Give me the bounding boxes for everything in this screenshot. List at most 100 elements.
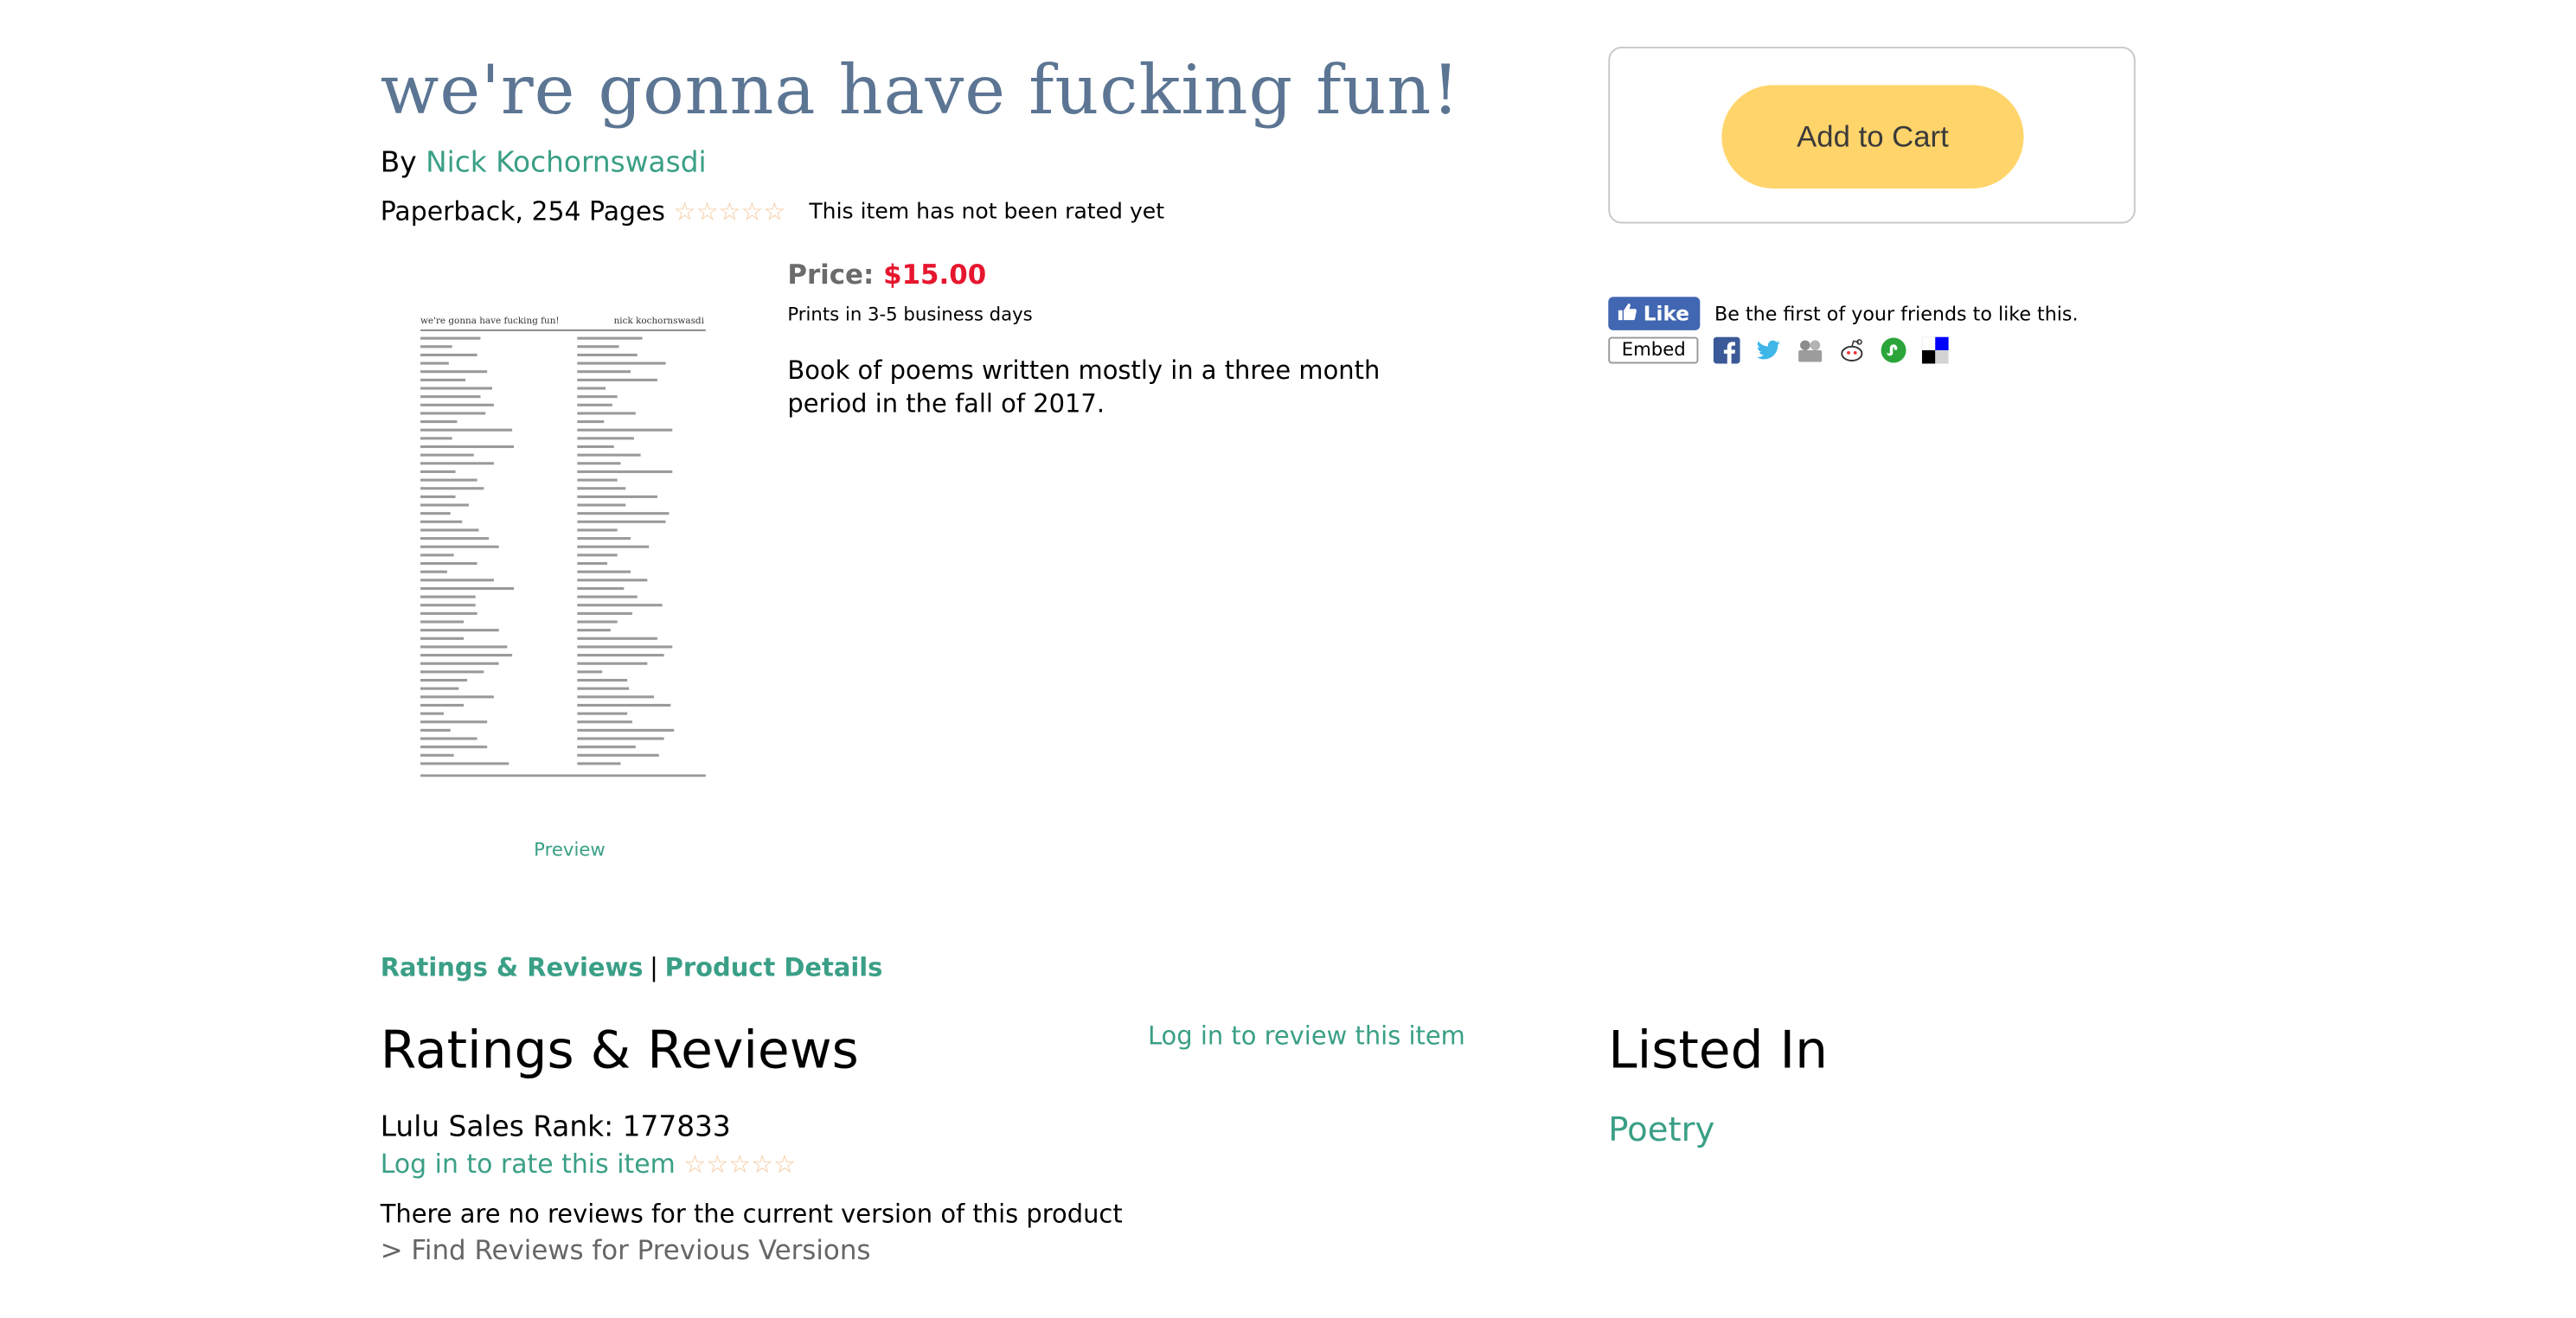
- cover-text-line: [577, 370, 631, 374]
- sales-rank: Lulu Sales Rank: 177833: [380, 1110, 731, 1145]
- rate-stars[interactable]: ☆ ☆ ☆ ☆ ☆: [683, 1151, 796, 1177]
- cover-text-line: [577, 361, 666, 365]
- star-outline-icon[interactable]: ☆: [728, 1151, 751, 1177]
- cover-text-line: [420, 570, 447, 573]
- cover-text-line: [420, 720, 488, 724]
- cover-text-line: [420, 428, 513, 432]
- cover-text-line: [577, 762, 621, 765]
- star-outline-icon[interactable]: ☆: [751, 1151, 773, 1177]
- cover-text-line: [577, 670, 603, 674]
- cover-text-line: [420, 662, 499, 665]
- cover-text-line: [577, 462, 621, 465]
- cover-text-line: [420, 687, 459, 690]
- thumbs-up-icon: [1618, 302, 1637, 325]
- star-outline-icon[interactable]: ☆: [683, 1151, 706, 1177]
- cover-text-line: [420, 503, 469, 507]
- cover-text-line: [577, 345, 619, 349]
- star-outline-icon: ☆: [695, 195, 719, 227]
- cover-text-line: [420, 654, 513, 657]
- cover-text-line: [420, 528, 479, 532]
- facebook-icon[interactable]: [1713, 336, 1741, 364]
- stumbleupon-icon[interactable]: [1879, 336, 1907, 364]
- prints-in-text: Prints in 3-5 business days: [787, 304, 1033, 326]
- add-to-cart-button[interactable]: Add to Cart: [1721, 85, 2024, 189]
- cover-text-line: [420, 512, 451, 515]
- cover-text-line: [577, 528, 618, 532]
- cover-text-line: [577, 737, 664, 740]
- cover-text-line: [577, 728, 675, 732]
- cover-text-line: [420, 712, 445, 715]
- product-description: Book of poems written mostly in a three …: [787, 355, 1381, 419]
- cover-text-line: [577, 428, 673, 432]
- cover-text-line: [420, 537, 490, 541]
- product-title: we're gonna have fucking fun!: [380, 49, 1461, 131]
- tab-product-details[interactable]: Product Details: [665, 952, 883, 982]
- cover-text-line: [577, 629, 611, 632]
- no-reviews-text: There are no reviews for the current ver…: [380, 1199, 1123, 1230]
- cover-text-line: [420, 629, 499, 632]
- cover-page-image: we're gonna have fucking fun! nick kocho…: [420, 316, 706, 777]
- cover-text-line: [420, 453, 474, 457]
- cover-text-line: [577, 620, 618, 624]
- byline: By Nick Kochornswasdi: [381, 147, 707, 181]
- category-poetry-link[interactable]: Poetry: [1608, 1110, 1714, 1149]
- cover-text-line: [577, 545, 650, 548]
- cover-text-line: [577, 595, 638, 598]
- cover-text-line: [577, 437, 634, 440]
- login-to-rate-link[interactable]: Log in to rate this item: [381, 1149, 676, 1180]
- tab-ratings-reviews[interactable]: Ratings & Reviews: [381, 952, 644, 982]
- cover-text-line: [420, 478, 477, 482]
- cover-text-line: [420, 561, 477, 566]
- cover-text-line: [577, 695, 655, 699]
- star-outline-icon[interactable]: ☆: [706, 1151, 728, 1177]
- tab-separator: |: [650, 952, 658, 983]
- cover-text-line: [577, 537, 631, 541]
- cover-text-line: [577, 662, 648, 665]
- cover-text-line: [420, 620, 465, 624]
- cover-text-line: [577, 561, 608, 566]
- star-outline-icon: ☆: [718, 195, 741, 227]
- digg-icon[interactable]: [1796, 336, 1824, 364]
- cover-text-line: [577, 654, 664, 657]
- twitter-icon[interactable]: [1754, 336, 1783, 364]
- facebook-like-button[interactable]: Like: [1608, 297, 1700, 330]
- cover-text-line: [420, 370, 488, 374]
- author-link[interactable]: Nick Kochornswasdi: [426, 147, 707, 181]
- preview-link[interactable]: Preview: [534, 839, 606, 861]
- login-to-review-link[interactable]: Log in to review this item: [1148, 1020, 1465, 1051]
- cover-text-line: [577, 745, 636, 749]
- cover-text-line: [577, 403, 612, 406]
- cover-text-line: [420, 403, 494, 406]
- cover-text-line: [420, 579, 494, 582]
- cover-text-line: [577, 387, 606, 390]
- previous-versions-link[interactable]: > Find Reviews for Previous Versions: [381, 1234, 871, 1266]
- cover-text-line: [420, 753, 454, 757]
- cover-text-line: [420, 728, 451, 732]
- delicious-icon[interactable]: [1921, 336, 1950, 364]
- cover-text-line: [577, 378, 657, 381]
- cover-text-line: [577, 487, 626, 490]
- star-outline-icon[interactable]: ☆: [773, 1151, 796, 1177]
- cover-text-line: [420, 520, 463, 523]
- cover-text-line: [420, 470, 456, 473]
- product-page: we're gonna have fucking fun! By Nick Ko…: [0, 0, 2576, 1318]
- book-cover-thumbnail[interactable]: we're gonna have fucking fun! nick kocho…: [410, 304, 714, 784]
- price-amount: $15.00: [883, 258, 987, 291]
- cover-text-line: [577, 586, 625, 590]
- cover-text-line: [577, 336, 643, 340]
- embed-button[interactable]: Embed: [1608, 336, 1700, 363]
- cover-text-line: [420, 420, 458, 424]
- cover-text-line: [420, 678, 468, 682]
- rate-row: Log in to rate this item ☆ ☆ ☆ ☆ ☆: [381, 1149, 796, 1180]
- cover-text-line: [577, 611, 632, 615]
- star-outline-icon: ☆: [763, 195, 786, 227]
- cover-text-line: [420, 487, 484, 490]
- by-label: By: [380, 146, 417, 181]
- cover-text-line: [420, 737, 477, 740]
- cover-text-line: [577, 395, 618, 399]
- cover-text-line: [420, 586, 515, 590]
- reddit-icon[interactable]: [1837, 336, 1866, 364]
- cover-text-line: [577, 445, 614, 449]
- cover-text-line: [577, 720, 632, 724]
- cover-text-line: [420, 395, 481, 399]
